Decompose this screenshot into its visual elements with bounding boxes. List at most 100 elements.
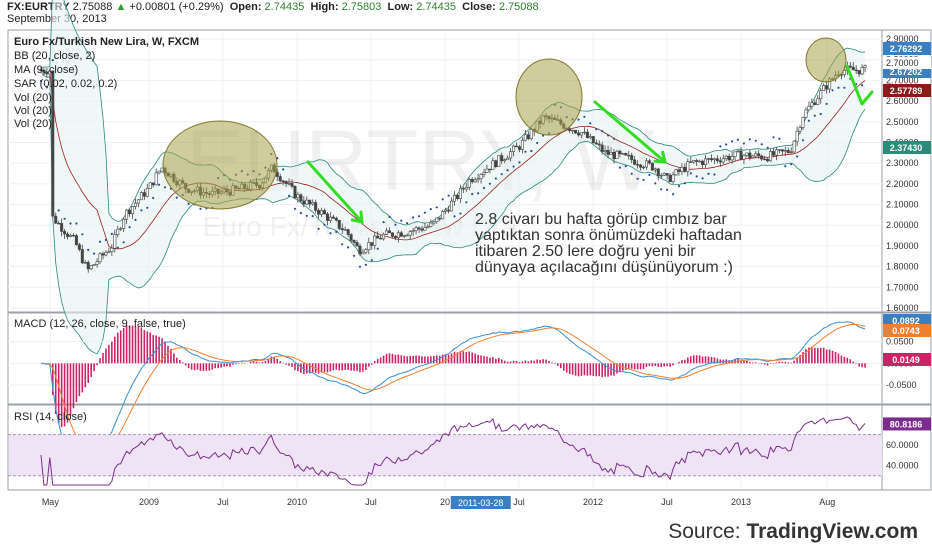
indicator-vol-1[interactable]: Vol (20): [14, 92, 52, 104]
sar-dot: [601, 130, 604, 133]
candle-body: [736, 150, 740, 153]
candle-body: [754, 153, 758, 157]
candle-body: [606, 149, 610, 155]
candle-body: [582, 131, 586, 134]
sar-dot: [140, 209, 143, 212]
candle-body: [287, 183, 291, 185]
candle-body: [426, 226, 430, 228]
sar-dot: [370, 259, 373, 262]
indicator-sar[interactable]: SAR (0.02, 0.02, 0.2): [14, 78, 117, 90]
candle: [74, 233, 78, 246]
highlight-ellipse: [805, 37, 847, 83]
sar-dot: [482, 186, 486, 190]
price-tick-label: 2.60000: [886, 96, 919, 106]
sar-dot: [719, 145, 722, 148]
candle-body: [290, 183, 294, 187]
candle-body: [816, 98, 820, 105]
candle-body: [577, 132, 581, 136]
macd-pane-title[interactable]: MACD (12, 26, close, 9, false, true): [14, 318, 186, 330]
candle-body: [715, 158, 719, 162]
candle-body: [83, 262, 87, 264]
candle-body: [113, 234, 117, 249]
candle-body: [337, 219, 341, 229]
sar-dot: [116, 246, 119, 249]
candle-body: [77, 244, 81, 250]
sar-dot: [837, 86, 840, 89]
candle: [792, 140, 796, 154]
sar-dot: [98, 240, 102, 243]
candle-body: [627, 154, 631, 157]
candle-body: [476, 178, 480, 181]
candle-body: [107, 251, 111, 253]
candle-body: [825, 85, 829, 90]
candle-body: [364, 249, 368, 253]
candle-body: [509, 151, 513, 159]
candle-body: [278, 176, 282, 182]
candle-body: [86, 262, 90, 270]
price-tick-label: 1.80000: [886, 262, 919, 272]
candle-body: [506, 157, 510, 161]
sar-dot: [299, 211, 302, 215]
candle-body: [656, 168, 660, 176]
main-pane-title: Euro Fx/Turkish New Lira, W, FXCM: [14, 36, 199, 48]
sar-dot: [500, 173, 503, 176]
time-axis-label: 2009: [139, 497, 159, 507]
candle-body: [692, 160, 696, 163]
sar-dot: [695, 175, 698, 178]
sar-dot: [435, 206, 438, 209]
candle-body: [642, 166, 646, 169]
sar-dot: [772, 136, 775, 139]
candle-body: [346, 229, 350, 235]
candle-body: [774, 149, 778, 156]
candle-body: [783, 150, 787, 152]
candle-body: [455, 194, 459, 199]
sar-dot: [87, 248, 90, 251]
indicator-vol-2[interactable]: Vol (20): [14, 105, 52, 117]
indicator-ma[interactable]: MA (9, close): [14, 64, 78, 76]
candle-body: [317, 210, 321, 215]
candle: [139, 191, 143, 201]
candle-body: [600, 144, 604, 152]
sar-dot: [453, 215, 456, 218]
sar-dot: [612, 137, 616, 140]
candle-body: [730, 156, 734, 161]
candle-body: [491, 160, 495, 170]
candle-body: [683, 166, 687, 172]
candle-body: [452, 194, 456, 202]
sar-dot: [819, 112, 822, 116]
time-axis-label: 2013: [731, 497, 751, 507]
price-tick-label: 2.00000: [886, 220, 919, 230]
sar-dot: [382, 221, 385, 224]
sar-dot: [305, 214, 308, 217]
candle-body: [520, 139, 524, 150]
candle-body: [323, 210, 327, 215]
candle-body: [515, 145, 519, 148]
sar-dot: [583, 115, 586, 118]
candle-body: [766, 158, 770, 162]
candle-body: [482, 172, 486, 175]
candle-body: [382, 234, 386, 240]
candle-body: [801, 117, 805, 128]
annotation-line: dünyaya açılacağını düşünüyorum :): [475, 259, 733, 276]
candle: [804, 107, 808, 119]
indicator-bb[interactable]: BB (20, close, 2): [14, 50, 95, 62]
candle-body: [612, 152, 616, 160]
candle-body: [671, 174, 675, 182]
candle-body: [151, 182, 155, 186]
rsi-pane-title[interactable]: RSI (14, close): [14, 411, 87, 423]
candle-body: [579, 132, 583, 136]
price-badge-label: 2.76292: [890, 44, 923, 54]
sar-dot: [784, 165, 787, 168]
candle-body: [63, 231, 67, 235]
candle-body: [621, 153, 625, 155]
candle-body: [110, 247, 114, 252]
candle-body: [379, 237, 383, 240]
candle: [574, 129, 578, 134]
indicator-vol-3[interactable]: Vol (20): [14, 118, 52, 130]
candle-body: [751, 155, 755, 158]
price-badge-label: 2.37430: [890, 143, 923, 153]
candle-body: [594, 142, 598, 145]
sar-dot: [400, 219, 403, 222]
chart-canvas[interactable]: 2.900002.800002.700002.600002.500002.400…: [0, 0, 932, 550]
candle-body: [662, 173, 666, 176]
